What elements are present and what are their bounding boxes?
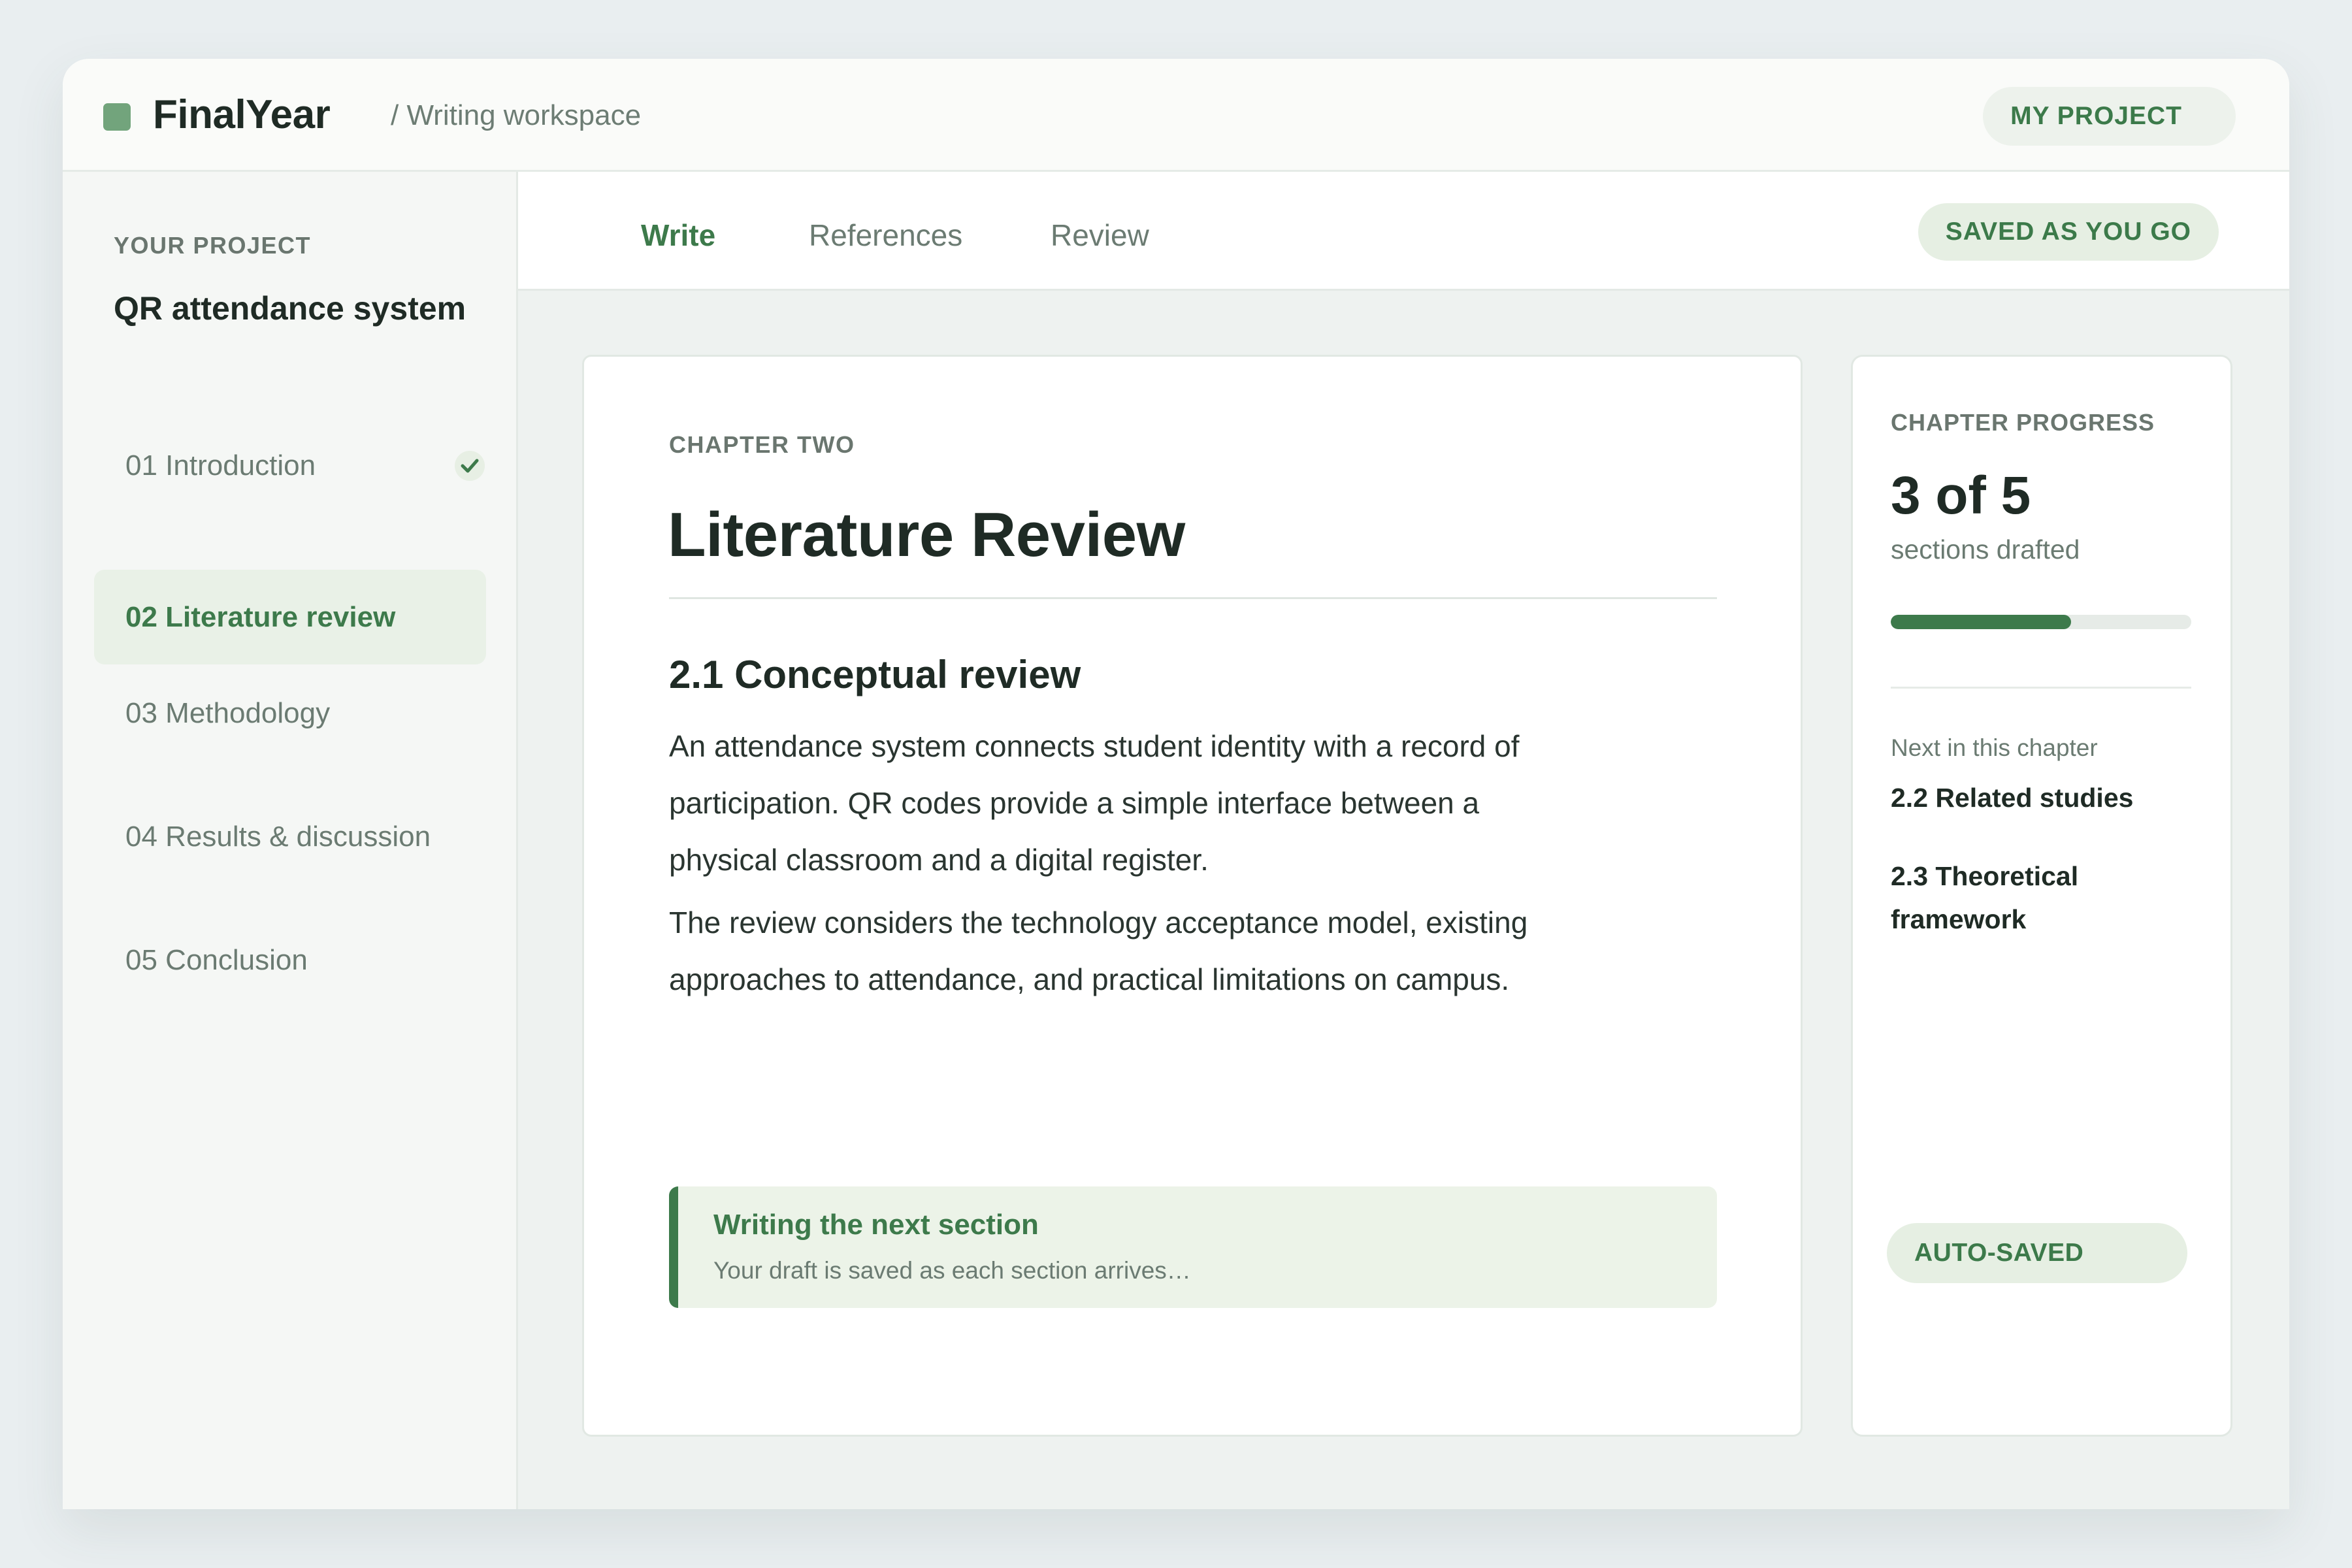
progress-label: CHAPTER PROGRESS	[1891, 409, 2155, 436]
sidebar-item-label: 02 Literature review	[125, 601, 396, 633]
project-title: QR attendance system	[114, 290, 466, 327]
callout-subtitle: Your draft is saved as each section arri…	[713, 1257, 1191, 1284]
sidebar-item-literature-review[interactable]: 02 Literature review	[94, 570, 486, 664]
section-heading[interactable]: 2.1 Conceptual review	[669, 652, 1081, 697]
sidebar-item-methodology[interactable]: 03 Methodology	[94, 666, 486, 760]
progress-caption: sections drafted	[1891, 534, 2080, 564]
sidebar-item-label: 03 Methodology	[125, 697, 331, 729]
tab-review[interactable]: Review	[1051, 218, 1149, 253]
logo-square-icon	[103, 103, 131, 131]
next-in-chapter-label: Next in this chapter	[1891, 734, 2098, 761]
paragraph[interactable]: An attendance system connects student id…	[669, 718, 1584, 889]
writing-status-callout: Writing the next section Your draft is s…	[669, 1186, 1717, 1308]
sidebar-item-label: 05 Conclusion	[125, 944, 308, 976]
main-area: Write References Review SAVED AS YOU GO …	[518, 172, 2289, 1509]
sidebar-item-label: 04 Results & discussion	[125, 821, 431, 853]
paragraph[interactable]: The review considers the technology acce…	[669, 894, 1584, 1008]
app-window: FinalYear / Writing workspace MY PROJECT…	[63, 59, 2289, 1509]
document-card: CHAPTER TWO Literature Review 2.1 Concep…	[582, 355, 1803, 1437]
progress-divider	[1891, 687, 2191, 689]
progress-bar	[1891, 615, 2191, 629]
next-section-item[interactable]: 2.2 Related studies	[1891, 776, 2178, 819]
tab-write[interactable]: Write	[641, 218, 715, 253]
sidebar-item-conclusion[interactable]: 05 Conclusion	[94, 913, 486, 1007]
chapter-progress-card: CHAPTER PROGRESS 3 of 5 sections drafted…	[1851, 355, 2232, 1437]
chapter-kicker: CHAPTER TWO	[669, 431, 855, 458]
sidebar: YOUR PROJECT QR attendance system 01 Int…	[63, 172, 518, 1509]
sidebar-item-label: 01 Introduction	[125, 449, 316, 482]
brand-name[interactable]: FinalYear	[153, 91, 331, 138]
title-divider	[669, 597, 1717, 599]
progress-bar-fill	[1891, 615, 2071, 629]
sidebar-item-results-discussion[interactable]: 04 Results & discussion	[94, 789, 486, 884]
top-bar: FinalYear / Writing workspace MY PROJECT	[63, 59, 2289, 172]
auto-saved-badge: AUTO-SAVED	[1887, 1223, 2187, 1283]
sidebar-item-introduction[interactable]: 01 Introduction	[94, 418, 486, 513]
tab-bar: Write References Review SAVED AS YOU GO	[518, 172, 2289, 291]
next-section-item[interactable]: 2.3 Theoretical framework	[1891, 855, 2178, 941]
my-project-button[interactable]: MY PROJECT	[1983, 87, 2236, 146]
chapter-title[interactable]: Literature Review	[668, 499, 1185, 571]
sidebar-section-label: YOUR PROJECT	[114, 232, 312, 259]
progress-count: 3 of 5	[1891, 466, 2031, 525]
callout-title: Writing the next section	[713, 1209, 1039, 1241]
breadcrumb: / Writing workspace	[391, 99, 642, 131]
saved-status-badge: SAVED AS YOU GO	[1918, 203, 2219, 261]
tab-references[interactable]: References	[809, 218, 962, 253]
check-icon	[455, 451, 485, 481]
